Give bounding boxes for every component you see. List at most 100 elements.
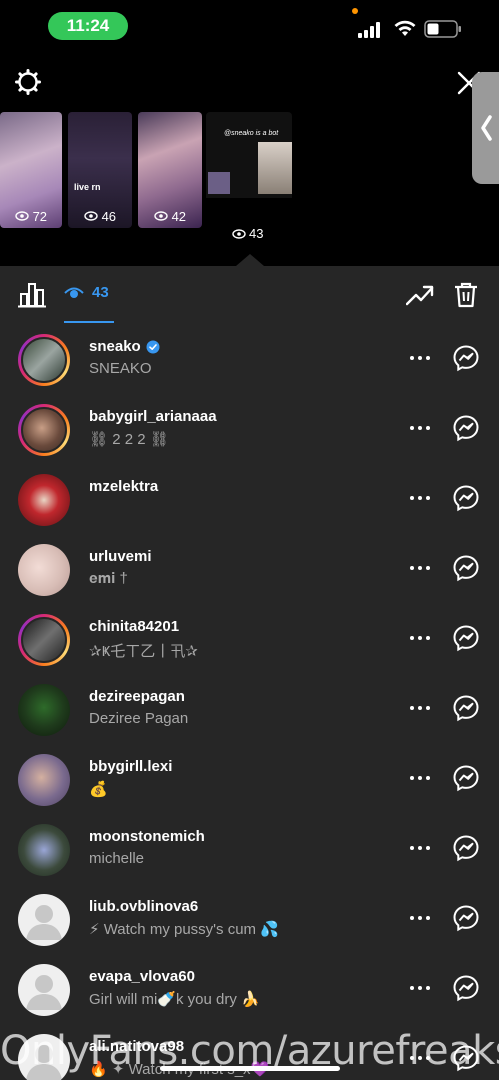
story-thumbnail[interactable]: 72 xyxy=(0,112,62,228)
battery-icon xyxy=(424,20,461,38)
viewer-username[interactable]: mzelektra xyxy=(89,478,158,495)
messenger-icon[interactable] xyxy=(452,834,480,862)
story-thumbnail-strip: 72 live rn 46 42 @sneako is a bot xyxy=(0,112,460,228)
viewer-full-name: ⛓ 2 2 2 ⛓ xyxy=(89,431,169,448)
messenger-icon[interactable] xyxy=(452,554,480,582)
viewer-username[interactable]: evapa_vlova60 xyxy=(89,968,195,985)
story-thumbnail[interactable]: live rn 46 xyxy=(68,112,132,228)
selected-story-view-count: 43 xyxy=(232,226,263,241)
insights-bar-chart-icon[interactable] xyxy=(18,282,46,308)
story-overlay-text: live rn xyxy=(74,182,101,192)
more-options-icon[interactable] xyxy=(408,838,432,858)
viewer-row[interactable]: dezireepagan Deziree Pagan xyxy=(0,674,499,744)
status-time[interactable]: 11:24 xyxy=(48,12,128,40)
messenger-icon[interactable] xyxy=(452,694,480,722)
story-view-count: 46 xyxy=(101,209,117,224)
side-panel-handle[interactable] xyxy=(472,72,499,184)
avatar[interactable] xyxy=(18,684,70,736)
default-avatar-icon xyxy=(18,964,70,1016)
cellular-signal-icon xyxy=(358,22,380,38)
status-bar: 11:24 xyxy=(0,0,499,52)
viewer-full-name: 𝐞𝐦𝐢 † xyxy=(89,570,128,587)
trending-up-icon[interactable] xyxy=(406,284,434,306)
more-options-icon[interactable] xyxy=(408,768,432,788)
story-header: 72 live rn 46 42 @sneako is a bot 43 xyxy=(0,52,499,266)
viewer-username[interactable]: babygirl_arianaaa xyxy=(89,408,217,425)
home-indicator[interactable] xyxy=(160,1066,340,1071)
verified-badge-icon xyxy=(146,340,160,353)
viewer-row[interactable]: moonstonemich michelle xyxy=(0,814,499,884)
viewer-username[interactable]: liub.ovblinova6 xyxy=(89,898,198,915)
viewer-row[interactable]: bbygirll.lexi 💰 xyxy=(0,744,499,814)
viewer-full-name: Girl will mi🍼k you dry 🍌 xyxy=(89,991,260,1008)
viewer-username[interactable]: dezireepagan xyxy=(89,688,185,705)
viewers-count: 43 xyxy=(92,284,109,301)
more-options-icon[interactable] xyxy=(408,698,432,718)
viewer-full-name: Deziree Pagan xyxy=(89,710,189,727)
viewers-sheet: 43 sneako SNEAKO babygirl_arianaaa ⛓ 2 2… xyxy=(0,266,499,1080)
settings-gear-icon[interactable] xyxy=(14,68,42,96)
messenger-icon[interactable] xyxy=(452,764,480,792)
viewer-row[interactable]: urluvemi 𝐞𝐦𝐢 † xyxy=(0,534,499,604)
viewer-username[interactable]: chinita84201 xyxy=(89,618,179,635)
viewer-row[interactable]: liub.ovblinova6 ⚡ Watch my pussy's cum 💦 xyxy=(0,884,499,954)
story-view-count: 42 xyxy=(171,209,187,224)
viewer-full-name: 💰 xyxy=(89,781,108,798)
viewer-username[interactable]: bbygirll.lexi xyxy=(89,758,172,775)
more-options-icon[interactable] xyxy=(408,558,432,578)
viewer-username[interactable]: sneako xyxy=(89,338,141,355)
viewer-row[interactable]: babygirl_arianaaa ⛓ 2 2 2 ⛓ xyxy=(0,394,499,464)
viewers-list: sneako SNEAKO babygirl_arianaaa ⛓ 2 2 2 … xyxy=(0,324,499,1080)
viewers-toolbar: 43 xyxy=(0,266,499,324)
viewer-username[interactable]: urluvemi xyxy=(89,548,152,565)
viewer-full-name: ⚡ Watch my pussy's cum 💦 xyxy=(89,921,279,938)
avatar[interactable] xyxy=(18,404,70,456)
more-options-icon[interactable] xyxy=(408,628,432,648)
viewer-row[interactable]: sneako SNEAKO xyxy=(0,324,499,394)
tab-viewers[interactable]: 43 xyxy=(64,284,109,301)
viewer-full-name: michelle xyxy=(89,850,145,867)
story-image xyxy=(258,142,292,194)
story-thumbnail-selected[interactable]: @sneako is a bot xyxy=(206,112,292,228)
avatar[interactable] xyxy=(18,474,70,526)
avatar[interactable] xyxy=(18,544,70,596)
eye-icon xyxy=(84,211,98,221)
eye-icon xyxy=(232,228,246,239)
eye-icon xyxy=(154,211,168,221)
story-view-count: 72 xyxy=(32,209,48,224)
viewer-full-name: SNEAKO xyxy=(89,360,152,377)
avatar[interactable] xyxy=(18,334,70,386)
eye-icon xyxy=(15,211,29,221)
avatar-placeholder[interactable] xyxy=(18,894,70,946)
viewer-username[interactable]: moonstonemich xyxy=(89,828,205,845)
messenger-icon[interactable] xyxy=(452,974,480,1002)
messenger-icon[interactable] xyxy=(452,904,480,932)
avatar[interactable] xyxy=(18,754,70,806)
messenger-icon[interactable] xyxy=(452,414,480,442)
avatar[interactable] xyxy=(18,824,70,876)
more-options-icon[interactable] xyxy=(408,908,432,928)
avatar-placeholder[interactable] xyxy=(18,964,70,1016)
story-thumbnail[interactable]: 42 xyxy=(138,112,202,228)
selected-story-caret xyxy=(236,254,264,266)
chevron-left-icon xyxy=(480,115,492,141)
story-title-text: @sneako is a bot xyxy=(224,130,279,137)
trash-icon[interactable] xyxy=(454,282,478,308)
more-options-icon[interactable] xyxy=(408,488,432,508)
messenger-icon[interactable] xyxy=(452,344,480,372)
viewer-row[interactable]: evapa_vlova60 Girl will mi🍼k you dry 🍌 xyxy=(0,954,499,1024)
story-image xyxy=(208,172,230,194)
more-options-icon[interactable] xyxy=(408,418,432,438)
more-options-icon[interactable] xyxy=(408,348,432,368)
viewer-full-name: ✰Ҝ乇ㄒ乙丨卂✰ xyxy=(89,643,198,660)
viewer-row[interactable]: mzelektra xyxy=(0,464,499,534)
avatar[interactable] xyxy=(18,614,70,666)
more-options-icon[interactable] xyxy=(408,978,432,998)
viewer-row[interactable]: chinita84201 ✰Ҝ乇ㄒ乙丨卂✰ xyxy=(0,604,499,674)
active-tab-underline xyxy=(64,321,114,323)
default-avatar-icon xyxy=(18,894,70,946)
mic-indicator-dot xyxy=(352,8,358,14)
eye-icon xyxy=(64,287,84,298)
messenger-icon[interactable] xyxy=(452,624,480,652)
messenger-icon[interactable] xyxy=(452,484,480,512)
